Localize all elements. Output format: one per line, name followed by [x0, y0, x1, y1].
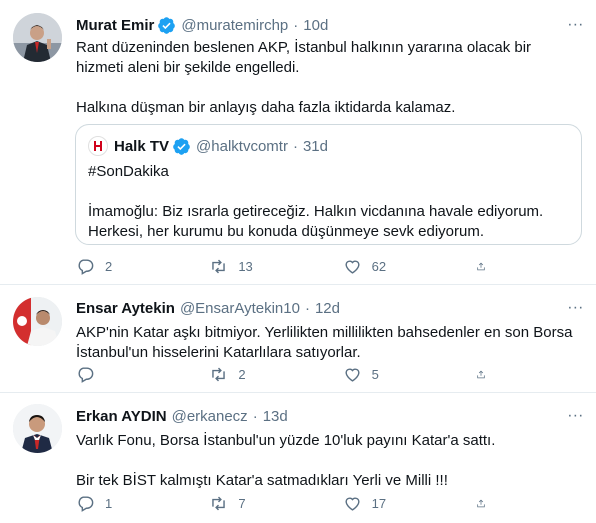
share-button[interactable] [476, 256, 496, 276]
quoted-text-line: Herkesi, her kurumu bu konuda düşünmeye … [88, 223, 485, 240]
author-name[interactable]: Ensar Aytekin [76, 300, 175, 317]
retweet-count: 13 [238, 258, 253, 274]
tweet-ensar-aytekin[interactable]: Ensar Aytekin @EnsarAytekin10 · 12d ∙∙∙ … [0, 285, 596, 393]
tweet-header: Erkan AYDIN @erkanecz · 13d ∙∙∙ [76, 405, 584, 427]
tweet-time[interactable]: 13d [263, 408, 288, 425]
tweet-time[interactable]: 12d [315, 300, 340, 317]
verified-badge-icon [173, 137, 190, 155]
retweet-button[interactable]: 13 [209, 256, 342, 276]
quoted-text-line: #SonDakika [88, 163, 169, 180]
like-count: 62 [371, 258, 387, 274]
avatar[interactable] [13, 297, 62, 346]
tweet-text-line: Rant düzeninden beslenen AKP, İstanbul h… [76, 39, 532, 76]
retweet-icon [212, 496, 226, 510]
quoted-tweet[interactable]: Halk TV @halktvcomtr · 31d #SonDakika İm… [75, 124, 582, 245]
retweet-button[interactable]: 2 [209, 364, 342, 384]
tweet-text: AKP'nin Katar aşkı bitmiyor. Yerlilikten… [76, 323, 582, 363]
reply-button[interactable]: 1 [76, 493, 209, 513]
tweet-murat-emir[interactable]: Murat Emir @muratemirchp · 10d ∙∙∙ Rant … [0, 0, 596, 285]
author-handle[interactable]: @muratemirchp [181, 17, 288, 34]
separator-dot: · [292, 137, 298, 155]
author-name[interactable]: Erkan AYDIN [76, 408, 167, 425]
share-icon [477, 370, 485, 378]
share-icon [477, 262, 485, 270]
tweet-text: Varlık Fonu, Borsa İstanbul'un yüzde 10'… [76, 431, 582, 491]
heart-icon [345, 368, 360, 382]
avatar-image [13, 297, 62, 346]
reply-count: 2 [105, 258, 113, 274]
like-button[interactable]: 5 [343, 364, 476, 384]
retweet-icon [212, 367, 226, 381]
quoted-text-line: İmamoğlu: Biz ısrarla getireceğiz. Halkı… [88, 203, 544, 220]
share-button[interactable] [476, 364, 496, 384]
tweet-text-line: AKP'nin Katar aşkı bitmiyor. Yerlilikten… [76, 324, 573, 361]
tweet-erkan-aydin[interactable]: Erkan AYDIN @erkanecz · 13d ∙∙∙ Varlık F… [0, 393, 596, 523]
avatar-image [13, 13, 62, 62]
author-handle[interactable]: @EnsarAytekin10 [180, 300, 300, 317]
separator-dot: · [293, 16, 299, 34]
reply-icon [78, 366, 94, 383]
heart-icon [345, 260, 360, 274]
halk-tv-logo-icon [88, 136, 108, 156]
separator-dot: · [252, 407, 258, 425]
like-button[interactable]: 62 [343, 256, 476, 276]
tweet-time[interactable]: 10d [303, 17, 328, 34]
retweet-count: 7 [238, 495, 246, 511]
author-name[interactable]: Murat Emir [76, 17, 154, 34]
separator-dot: · [304, 299, 310, 317]
reply-button[interactable] [76, 364, 209, 384]
retweet-icon [212, 259, 226, 273]
retweet-count: 2 [238, 366, 246, 382]
reply-count: 1 [105, 495, 113, 511]
more-icon[interactable]: ∙∙∙ [568, 16, 584, 34]
verified-badge-icon [158, 16, 176, 34]
tweet-text-line: Bir tek BİST kalmıştı Katar'a satmadıkla… [76, 472, 448, 489]
more-icon[interactable]: ∙∙∙ [568, 299, 584, 317]
quoted-author-name: Halk TV [114, 137, 170, 155]
like-count: 5 [371, 366, 379, 382]
share-button[interactable] [476, 493, 496, 513]
tweet-text-line: Varlık Fonu, Borsa İstanbul'un yüzde 10'… [76, 432, 496, 449]
tweet-text: Rant düzeninden beslenen AKP, İstanbul h… [76, 38, 582, 118]
avatar[interactable] [13, 404, 62, 453]
reply-icon [78, 495, 94, 512]
tweet-header: Ensar Aytekin @EnsarAytekin10 · 12d ∙∙∙ [76, 297, 584, 319]
avatar-image [13, 404, 62, 453]
reply-icon [78, 258, 94, 275]
tweet-text-line: Halkına düşman bir anlayış daha fazla ik… [76, 99, 456, 116]
quoted-tweet-time: 31d [302, 137, 328, 155]
quoted-tweet-text: #SonDakika İmamoğlu: Biz ısrarla getirec… [88, 162, 569, 242]
retweet-button[interactable]: 7 [209, 493, 342, 513]
timeline: Murat Emir @muratemirchp · 10d ∙∙∙ Rant … [0, 0, 596, 523]
tweet-header: Murat Emir @muratemirchp · 10d ∙∙∙ [76, 14, 584, 36]
like-button[interactable]: 17 [343, 493, 476, 513]
quoted-tweet-header: Halk TV @halktvcomtr · 31d [88, 135, 328, 157]
tweet-actions: 1 7 17 [76, 493, 496, 513]
author-handle[interactable]: @erkanecz [172, 408, 248, 425]
avatar[interactable] [13, 13, 62, 62]
share-icon [477, 499, 485, 507]
like-count: 17 [371, 495, 387, 511]
more-icon[interactable]: ∙∙∙ [568, 407, 584, 425]
heart-icon [345, 497, 360, 511]
quoted-author-handle: @halktvcomtr [196, 137, 288, 155]
tweet-actions: 2 5 [76, 364, 496, 384]
tweet-actions: 2 13 62 [76, 256, 496, 276]
reply-button[interactable]: 2 [76, 256, 209, 276]
